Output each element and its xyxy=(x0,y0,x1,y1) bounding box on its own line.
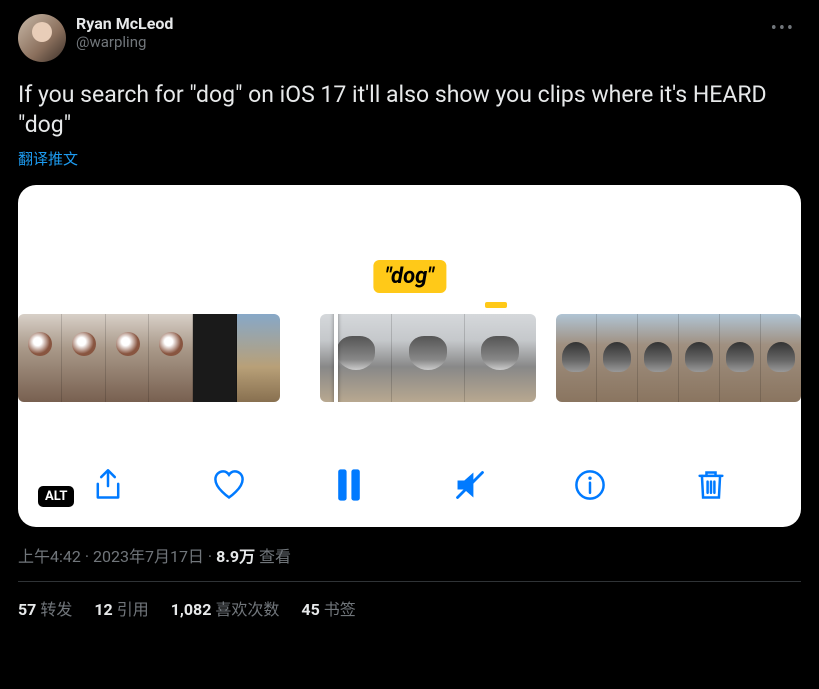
clip-frame xyxy=(761,314,801,402)
divider xyxy=(18,581,801,582)
mute-icon[interactable] xyxy=(450,465,490,505)
views-count: 8.9万 xyxy=(216,547,255,566)
clip-frame xyxy=(597,314,638,402)
clip-frame xyxy=(237,314,280,402)
share-icon[interactable] xyxy=(88,465,128,505)
clip-group xyxy=(556,314,801,402)
tweet-metadata: 上午4:42 · 2023年7月17日 · 8.9万 查看 xyxy=(18,543,801,567)
clip-frame xyxy=(556,314,597,402)
search-token-badge: "dog" xyxy=(373,260,446,293)
trash-icon[interactable] xyxy=(691,465,731,505)
avatar[interactable] xyxy=(18,14,66,62)
clip-frame xyxy=(392,314,464,402)
clip-frame xyxy=(638,314,679,402)
video-timeline xyxy=(18,314,801,402)
playhead xyxy=(334,314,338,402)
quotes-stat[interactable]: 12引用 xyxy=(94,596,148,620)
views-label: 查看 xyxy=(259,547,291,566)
alt-badge[interactable]: ALT xyxy=(38,486,74,507)
clip-group xyxy=(18,314,280,402)
more-options-button[interactable]: ••• xyxy=(765,14,801,43)
tweet-time[interactable]: 上午4:42 xyxy=(18,547,81,566)
clip-frame xyxy=(193,314,237,402)
clip-frame xyxy=(320,314,392,402)
clip-frame xyxy=(465,314,536,402)
clip-frame xyxy=(106,314,150,402)
clip-group xyxy=(320,314,536,402)
author-handle[interactable]: @warpling xyxy=(76,33,173,51)
bookmarks-stat[interactable]: 45书签 xyxy=(301,596,355,620)
clip-frame xyxy=(62,314,106,402)
translate-link[interactable]: 翻译推文 xyxy=(18,148,801,169)
clip-frame xyxy=(18,314,62,402)
media-attachment[interactable]: "dog" xyxy=(18,185,801,527)
clip-frame xyxy=(149,314,193,402)
tweet-date[interactable]: 2023年7月17日 xyxy=(93,547,204,566)
audio-marker xyxy=(485,302,507,308)
retweets-stat[interactable]: 57转发 xyxy=(18,596,72,620)
clip-frame xyxy=(720,314,761,402)
media-toolbar xyxy=(18,465,801,505)
likes-stat[interactable]: 1,082喜欢次数 xyxy=(171,596,280,620)
clip-frame xyxy=(679,314,720,402)
author-name[interactable]: Ryan McLeod xyxy=(76,14,173,33)
heart-icon[interactable] xyxy=(209,465,249,505)
tweet-text: If you search for "dog" on iOS 17 it'll … xyxy=(18,80,801,140)
info-icon[interactable] xyxy=(570,465,610,505)
engagement-stats: 57转发 12引用 1,082喜欢次数 45书签 xyxy=(18,596,801,620)
pause-icon[interactable] xyxy=(329,465,369,505)
